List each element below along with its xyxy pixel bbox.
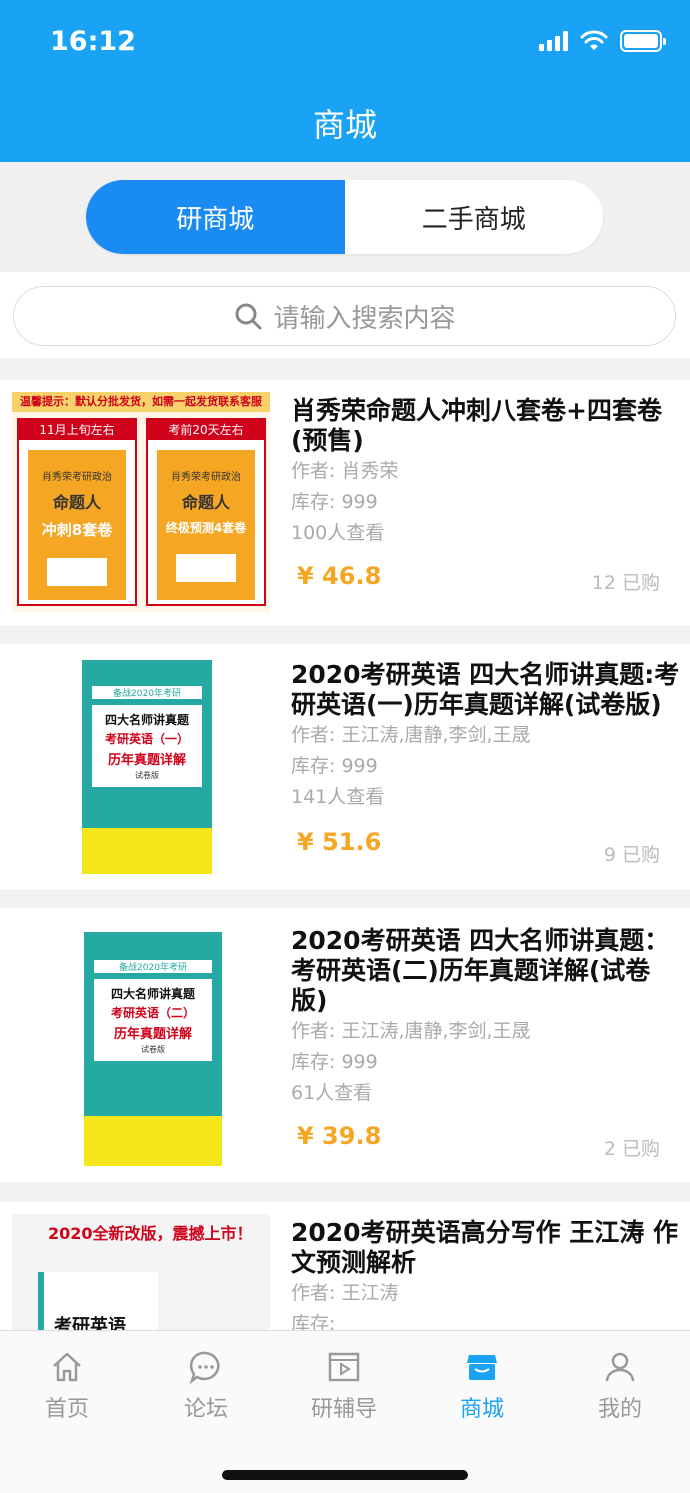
product-stock: 库存: 999	[291, 1051, 378, 1073]
video-icon	[328, 1352, 360, 1382]
cover-banner: 2020全新改版，震撼上市！	[48, 1224, 253, 1243]
home-icon	[53, 1352, 81, 1382]
product-sold: 9 已购	[603, 844, 660, 866]
cover-tag-right: 考前20天左右	[148, 420, 264, 440]
tab-home-label: 首页	[44, 1397, 89, 1422]
cover-book-sub: 命题人	[181, 493, 230, 512]
product-info: 2020考研英语 四大名师讲真题:考研英语(一)历年真题详解(试卷版) 作者: …	[291, 660, 680, 813]
product-info: 肖秀荣命题人冲刺八套卷+四套卷(预售) 作者: 肖秀荣 库存: 999 100人…	[291, 396, 680, 549]
cover-title: 四大名师讲真题	[104, 713, 189, 727]
segment-area: 研商城 二手商城	[0, 162, 690, 272]
product-name: 肖秀荣命题人冲刺八套卷+四套卷(预售)	[291, 396, 662, 455]
tab-tutor[interactable]: 研辅导	[289, 1349, 399, 1423]
product-views: 141人查看	[291, 786, 385, 808]
product-cover: 温馨提示：默认分批发货，如需一起发货联系客服 11月上旬左右 肖秀荣考研政治 命…	[12, 392, 270, 612]
header: 16:12 商城	[0, 0, 690, 162]
store-icon	[467, 1355, 497, 1380]
tab-mall[interactable]: 商城	[427, 1349, 537, 1423]
product-price: ¥ 46.8	[297, 562, 382, 590]
search-area: 请输入搜索内容	[0, 272, 690, 358]
status-icons	[539, 30, 666, 52]
status-time: 16:12	[50, 26, 136, 57]
cover-big: 历年真题详解	[107, 753, 186, 768]
user-icon	[605, 1352, 635, 1382]
product-stock: 库存: 999	[291, 755, 378, 777]
cover-book-title: 肖秀荣考研政治	[42, 472, 112, 483]
product-item[interactable]: 备战2020年考研 四大名师讲真题 考研英语（二） 历年真题详解 试卷版 202…	[0, 908, 690, 1182]
product-author: 作者: 王江涛	[291, 1282, 399, 1304]
product-item[interactable]: 备战2020年考研 四大名师讲真题 考研英语（一） 历年真题详解 试卷版 202…	[0, 644, 690, 890]
product-sold: 12 已购	[591, 572, 660, 594]
chat-bubble-icon	[189, 1351, 220, 1385]
product-author: 作者: 王江涛,唐静,李剑,王晟	[291, 1020, 531, 1042]
product-cover: 备战2020年考研 四大名师讲真题 考研英语（二） 历年真题详解 试卷版	[84, 932, 222, 1166]
cover-note: 试卷版	[141, 1045, 165, 1054]
wifi-icon	[580, 30, 608, 50]
segmented-control: 研商城 二手商城	[86, 180, 603, 254]
product-cover: 备战2020年考研 四大名师讲真题 考研英语（一） 历年真题详解 试卷版	[82, 660, 212, 874]
product-name: 2020考研英语 四大名师讲真题:考研英语(一)历年真题详解(试卷版)	[291, 660, 680, 719]
tab-bar: 首页 论坛 研辅导 商城 我的	[0, 1330, 690, 1493]
search-placeholder: 请输入搜索内容	[273, 303, 456, 334]
segment-new-mall[interactable]: 研商城	[86, 180, 345, 254]
tab-mall-label: 商城	[459, 1397, 504, 1422]
search-input[interactable]: 请输入搜索内容	[13, 286, 676, 346]
product-item[interactable]: 温馨提示：默认分批发货，如需一起发货联系客服 11月上旬左右 肖秀荣考研政治 命…	[0, 380, 690, 626]
cover-book-big: 终极预测4套卷	[165, 521, 247, 535]
tab-forum[interactable]: 论坛	[151, 1349, 261, 1423]
cover-note: 试卷版	[135, 771, 159, 780]
product-info: 2020考研英语 四大名师讲真题：考研英语(二)历年真题详解(试卷版) 作者: …	[291, 926, 680, 1109]
cover-title: 四大名师讲真题	[110, 987, 195, 1001]
product-author: 作者: 肖秀荣	[291, 460, 399, 482]
product-price: ¥ 51.6	[297, 828, 382, 856]
product-views: 100人查看	[291, 522, 385, 544]
product-price: ¥ 39.8	[297, 1122, 382, 1150]
product-views: 61人查看	[291, 1082, 373, 1104]
tab-home[interactable]: 首页	[12, 1349, 122, 1423]
cover-book-title: 肖秀荣考研政治	[171, 472, 241, 483]
cover-sub: 考研英语（二）	[110, 1006, 195, 1020]
tab-tutor-label: 研辅导	[310, 1397, 377, 1422]
product-item[interactable]: 2020全新改版，震撼上市！ 考研英语 2020考研英语高分写作 王江涛 作文预…	[0, 1202, 690, 1342]
cover-tag: 备战2020年考研	[94, 960, 212, 973]
product-author: 作者: 王江涛,唐静,李剑,王晟	[291, 724, 531, 746]
cover-book: 考研英语	[54, 1316, 126, 1337]
page-title: 商城	[312, 106, 377, 144]
segment-used-mall[interactable]: 二手商城	[345, 180, 604, 254]
battery-icon	[620, 30, 666, 52]
signal-icon	[539, 31, 568, 51]
cover-book-sub: 命题人	[52, 493, 101, 512]
cover-big: 历年真题详解	[113, 1027, 192, 1042]
tab-mine[interactable]: 我的	[565, 1349, 675, 1423]
cover-sub: 考研英语（一）	[104, 732, 189, 746]
product-stock: 库存: 999	[291, 491, 378, 513]
cover-book-big: 冲刺8套卷	[41, 521, 113, 539]
cover-tag-left: 11月上旬左右	[19, 420, 135, 440]
cover-tag: 备战2020年考研	[92, 686, 202, 699]
product-sold: 2 已购	[603, 1138, 660, 1160]
tab-forum-label: 论坛	[183, 1397, 228, 1422]
product-cover: 2020全新改版，震撼上市！ 考研英语	[12, 1214, 270, 1342]
cover-notice: 温馨提示：默认分批发货，如需一起发货联系客服	[12, 392, 270, 412]
product-name: 2020考研英语 四大名师讲真题：考研英语(二)历年真题详解(试卷版)	[291, 926, 670, 1015]
home-indicator[interactable]	[222, 1470, 468, 1480]
tab-mine-label: 我的	[597, 1397, 642, 1422]
product-info: 2020考研英语高分写作 王江涛 作文预测解析 作者: 王江涛 库存:	[291, 1218, 680, 1340]
product-name: 2020考研英语高分写作 王江涛 作文预测解析	[291, 1218, 678, 1277]
search-icon	[235, 303, 262, 330]
